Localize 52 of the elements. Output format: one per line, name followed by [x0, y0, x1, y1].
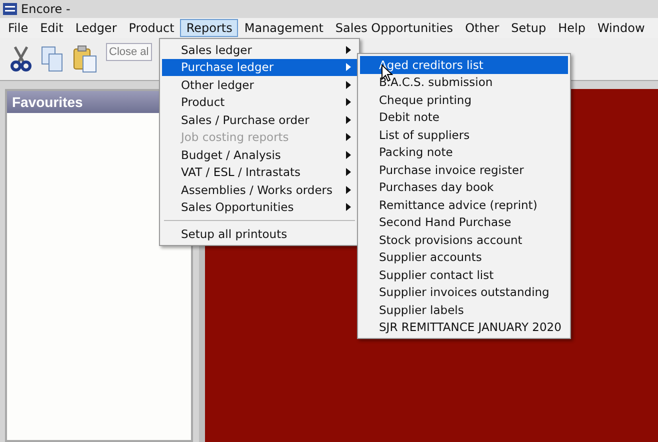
menu-option[interactable]: Supplier accounts	[360, 248, 568, 266]
menu-option[interactable]: Budget / Analysis	[162, 146, 357, 164]
submenu-arrow-icon	[346, 203, 351, 212]
menu-option[interactable]: SJR REMITTANCE JANUARY 2020	[360, 318, 568, 336]
submenu-arrow-icon	[346, 168, 351, 176]
menu-option[interactable]: Supplier labels	[360, 301, 568, 318]
menu-option[interactable]: Remittance advice (reprint)	[360, 196, 568, 214]
menu-option[interactable]: Purchase ledger	[162, 58, 357, 76]
scissors-icon[interactable]	[10, 46, 32, 72]
copy-icon[interactable]	[40, 45, 64, 73]
menu-item[interactable]: File	[2, 19, 34, 37]
menu-option[interactable]: Other ledger	[162, 76, 357, 94]
menu-option[interactable]: Assemblies / Works orders	[162, 181, 357, 198]
menu-option[interactable]: Packing note	[360, 144, 568, 161]
menu-option[interactable]: Stock provisions account	[360, 231, 568, 248]
menu-item[interactable]: Edit	[34, 19, 70, 37]
app-icon	[3, 3, 17, 15]
menu-item[interactable]: Product	[122, 19, 180, 37]
menu-option[interactable]: Sales Opportunities	[162, 198, 357, 216]
submenu-arrow-icon	[346, 116, 351, 124]
menu-option[interactable]: Setup all printouts	[162, 225, 357, 242]
close-all-button[interactable]: Close al	[106, 43, 152, 61]
paste-icon[interactable]	[72, 45, 98, 73]
submenu-arrow-icon	[346, 63, 351, 72]
menu-option[interactable]: Aged creditors list	[360, 56, 568, 74]
menu-option[interactable]: Sales / Purchase order	[162, 111, 357, 128]
menu-item[interactable]: Sales Opportunities	[329, 19, 460, 37]
menu-option[interactable]: Supplier contact list	[360, 266, 568, 284]
menu-item[interactable]: Reports	[180, 19, 238, 37]
menu-option[interactable]: Sales ledger	[162, 41, 357, 58]
menu-option[interactable]: Debit note	[360, 108, 568, 126]
menu-option[interactable]: B.A.C.S. submission	[360, 74, 568, 91]
menu-option[interactable]: Purchase invoice register	[360, 161, 568, 178]
menu-option[interactable]: Supplier invoices outstanding	[360, 284, 568, 301]
submenu-arrow-icon	[346, 46, 351, 54]
menu-option[interactable]: VAT / ESL / Intrastats	[162, 164, 357, 181]
submenu-arrow-icon	[346, 150, 351, 159]
menu-item[interactable]: Help	[552, 19, 592, 37]
menu-option[interactable]: Second Hand Purchase	[360, 214, 568, 231]
submenu-arrow-icon	[346, 98, 351, 106]
menu-option[interactable]: Purchases day book	[360, 178, 568, 196]
menu-option[interactable]: List of suppliers	[360, 126, 568, 144]
submenu-arrow-icon	[346, 133, 351, 142]
menu-item[interactable]: Window	[591, 19, 651, 37]
menu-item[interactable]: Management	[238, 19, 330, 37]
submenu-arrow-icon	[346, 186, 351, 194]
menu-option[interactable]: Cheque printing	[360, 91, 568, 108]
submenu-arrow-icon	[346, 80, 351, 89]
menu-item[interactable]: Other	[459, 19, 506, 37]
window-title: Encore -	[21, 2, 70, 16]
menu-item[interactable]: Setup	[505, 19, 552, 37]
menu-item[interactable]: Ledger	[69, 19, 123, 37]
